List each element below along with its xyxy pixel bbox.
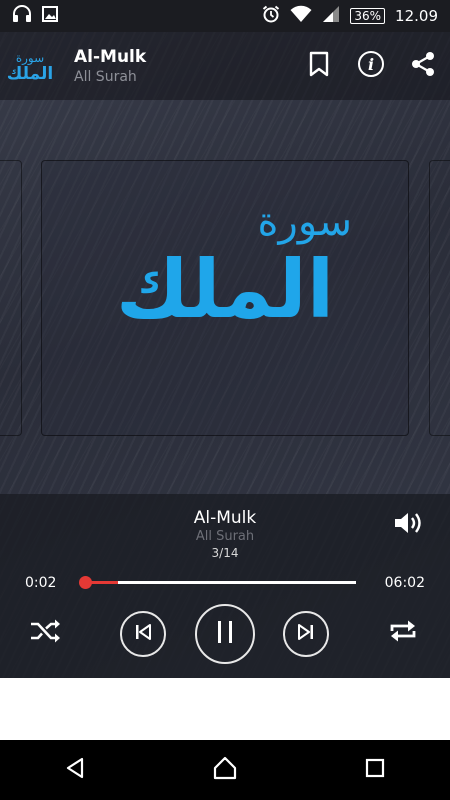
track-title: Al-Mulk xyxy=(193,508,257,528)
seek-bar[interactable] xyxy=(78,576,356,589)
back-icon xyxy=(63,756,87,784)
page-title: Al-Mulk xyxy=(74,47,147,67)
image-icon xyxy=(42,6,58,26)
signal-icon xyxy=(322,5,340,27)
next-card-edge[interactable] xyxy=(429,160,450,436)
prev-card-edge[interactable] xyxy=(0,160,22,436)
info-button[interactable]: i xyxy=(357,50,385,82)
battery-indicator: 36% xyxy=(350,8,386,24)
app-logo: سورة الملك xyxy=(0,50,60,84)
track-count: 3/14 xyxy=(211,546,239,560)
previous-icon xyxy=(133,622,153,646)
info-icon: i xyxy=(357,50,385,82)
share-button[interactable] xyxy=(410,51,436,81)
home-icon xyxy=(212,756,238,784)
wifi-icon xyxy=(290,5,312,27)
next-button[interactable] xyxy=(283,611,329,657)
svg-text:i: i xyxy=(368,55,374,74)
recents-icon xyxy=(364,757,386,783)
home-button[interactable] xyxy=(212,756,238,784)
player-panel: Al-Mulk All Surah 3/14 0:02 06:02 xyxy=(0,494,450,678)
app-bar: سورة الملك Al-Mulk All Surah i xyxy=(0,32,450,100)
pause-button[interactable] xyxy=(195,604,255,664)
logo-line2: الملك xyxy=(6,64,54,84)
volume-button[interactable] xyxy=(393,510,425,540)
alarm-icon xyxy=(262,5,280,27)
time-current: 0:02 xyxy=(25,575,57,591)
back-button[interactable] xyxy=(62,757,88,783)
share-icon xyxy=(410,51,436,81)
track-subtitle: All Surah xyxy=(195,529,255,544)
repeat-icon xyxy=(388,617,418,649)
repeat-button[interactable] xyxy=(384,614,422,652)
volume-icon xyxy=(393,510,425,540)
next-icon xyxy=(296,622,316,646)
bookmark-button[interactable] xyxy=(306,51,332,81)
pause-icon xyxy=(216,620,234,648)
system-nav-bar xyxy=(0,740,450,800)
page-subtitle: All Surah xyxy=(74,69,137,85)
recents-button[interactable] xyxy=(362,757,388,783)
shuffle-button[interactable] xyxy=(27,614,65,652)
time-total: 06:02 xyxy=(384,575,425,591)
seek-thumb[interactable] xyxy=(78,576,92,589)
status-bar: 36% 12.09 xyxy=(0,0,450,32)
clock: 12.09 xyxy=(395,7,438,25)
shuffle-icon xyxy=(29,618,63,648)
bookmark-icon xyxy=(309,51,329,81)
surah-artwork: سورة الملك xyxy=(41,160,409,436)
artwork-line1: سورة xyxy=(257,199,352,245)
artwork-line2: الملك xyxy=(115,243,335,336)
headphones-icon xyxy=(12,5,32,27)
previous-button[interactable] xyxy=(120,611,166,657)
